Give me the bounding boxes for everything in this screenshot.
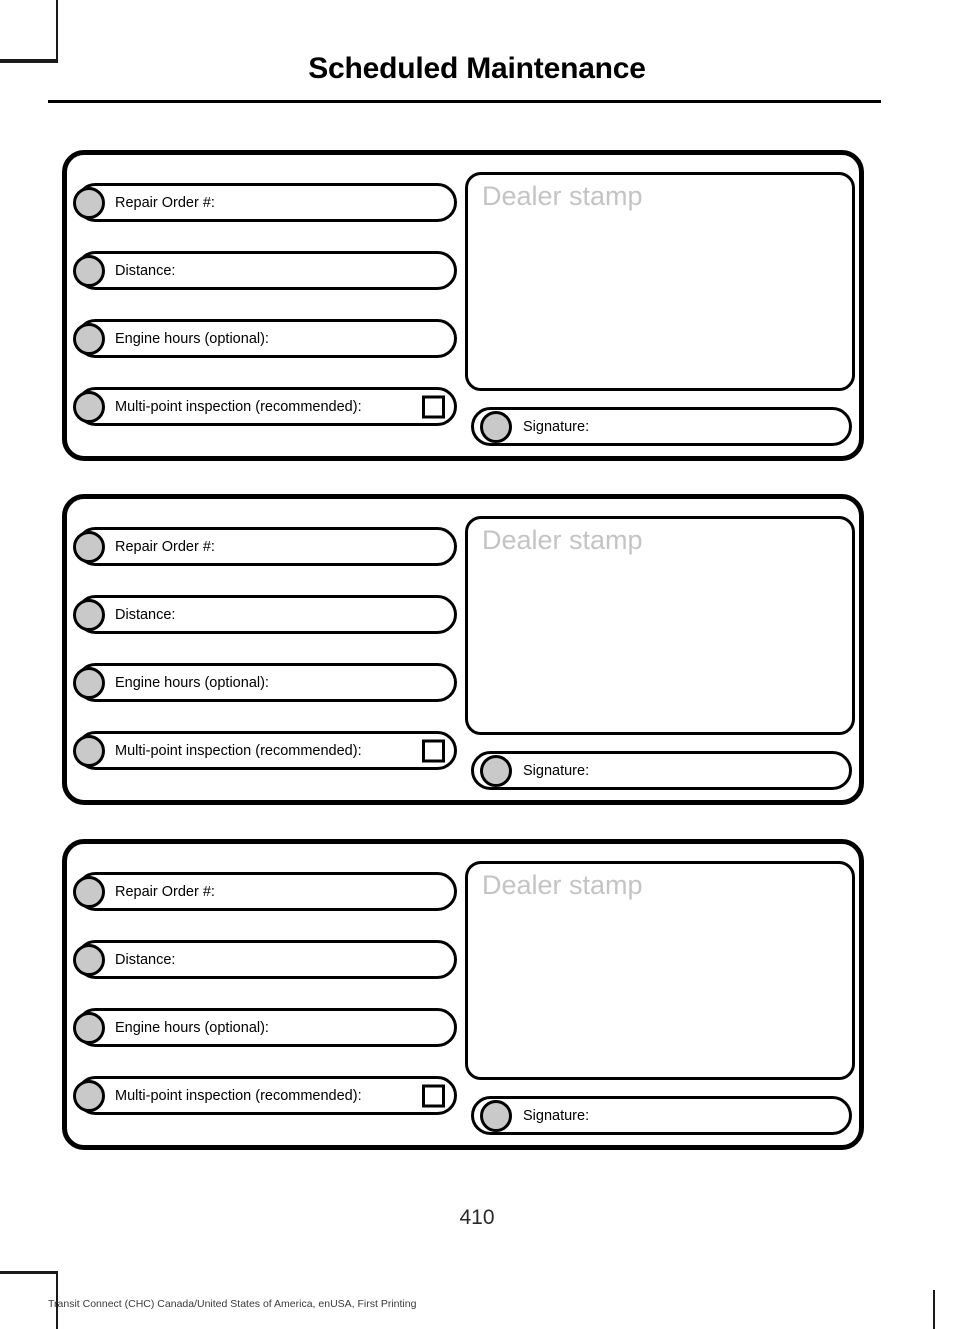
bullet-circle-icon [480, 1099, 512, 1132]
field-label: Repair Order #: [115, 883, 215, 900]
bullet-circle-icon [73, 390, 105, 423]
field-multi-point-inspection[interactable]: Multi-point inspection (recommended): [73, 1076, 457, 1115]
service-record-panel: Repair Order #: Distance: Engine hours (… [62, 150, 864, 461]
dealer-stamp-box[interactable]: Dealer stamp [465, 516, 855, 735]
field-repair-order[interactable]: Repair Order #: [73, 183, 457, 222]
field-label: Distance: [115, 606, 176, 623]
dealer-stamp-placeholder: Dealer stamp [482, 181, 643, 211]
bullet-circle-icon [73, 598, 105, 631]
field-label: Engine hours (optional): [115, 330, 269, 347]
multi-point-inspection-checkbox[interactable] [422, 1084, 445, 1107]
field-distance[interactable]: Distance: [73, 251, 457, 290]
field-label: Repair Order #: [115, 194, 215, 211]
field-signature[interactable]: Signature: [471, 407, 852, 446]
bullet-circle-icon [73, 1079, 105, 1112]
field-column: Repair Order #: Distance: Engine hours (… [73, 872, 457, 1115]
dealer-stamp-placeholder: Dealer stamp [482, 870, 643, 900]
service-record-panel: Repair Order #: Distance: Engine hours (… [62, 494, 864, 805]
field-repair-order[interactable]: Repair Order #: [73, 872, 457, 911]
field-label: Signature: [523, 762, 590, 779]
service-record-panel: Repair Order #: Distance: Engine hours (… [62, 839, 864, 1150]
field-label: Signature: [523, 418, 590, 435]
bullet-circle-icon [73, 1011, 105, 1044]
bullet-circle-icon [73, 254, 105, 287]
bullet-circle-icon [73, 530, 105, 563]
field-engine-hours[interactable]: Engine hours (optional): [73, 319, 457, 358]
field-label: Distance: [115, 262, 176, 279]
field-label: Engine hours (optional): [115, 1019, 269, 1036]
bullet-circle-icon [480, 410, 512, 443]
field-label: Multi-point inspection (recommended): [115, 1087, 362, 1104]
field-repair-order[interactable]: Repair Order #: [73, 527, 457, 566]
bullet-circle-icon [73, 186, 105, 219]
crop-mark-bottom-left-horizontal [0, 1271, 58, 1274]
field-label: Multi-point inspection (recommended): [115, 742, 362, 759]
page-number: 410 [459, 1206, 495, 1229]
multi-point-inspection-checkbox[interactable] [422, 395, 445, 418]
field-signature[interactable]: Signature: [471, 751, 852, 790]
dealer-stamp-placeholder: Dealer stamp [482, 525, 643, 555]
footer-imprint: Transit Connect (CHC) Canada/United Stat… [48, 1298, 417, 1310]
page-title: Scheduled Maintenance [308, 52, 646, 85]
header-divider [48, 100, 881, 103]
bullet-circle-icon [73, 875, 105, 908]
dealer-stamp-box[interactable]: Dealer stamp [465, 172, 855, 391]
field-label: Signature: [523, 1107, 590, 1124]
field-distance[interactable]: Distance: [73, 595, 457, 634]
field-label: Engine hours (optional): [115, 674, 269, 691]
field-label: Multi-point inspection (recommended): [115, 398, 362, 415]
field-column: Repair Order #: Distance: Engine hours (… [73, 183, 457, 426]
field-distance[interactable]: Distance: [73, 940, 457, 979]
field-label: Distance: [115, 951, 176, 968]
field-multi-point-inspection[interactable]: Multi-point inspection (recommended): [73, 731, 457, 770]
field-multi-point-inspection[interactable]: Multi-point inspection (recommended): [73, 387, 457, 426]
bullet-circle-icon [73, 734, 105, 767]
bullet-circle-icon [73, 666, 105, 699]
bullet-circle-icon [73, 943, 105, 976]
dealer-stamp-box[interactable]: Dealer stamp [465, 861, 855, 1080]
bullet-circle-icon [480, 754, 512, 787]
field-label: Repair Order #: [115, 538, 215, 555]
bullet-circle-icon [73, 322, 105, 355]
crop-mark-bottom-right-vertical [933, 1290, 935, 1329]
field-signature[interactable]: Signature: [471, 1096, 852, 1135]
field-engine-hours[interactable]: Engine hours (optional): [73, 663, 457, 702]
field-engine-hours[interactable]: Engine hours (optional): [73, 1008, 457, 1047]
multi-point-inspection-checkbox[interactable] [422, 739, 445, 762]
field-column: Repair Order #: Distance: Engine hours (… [73, 527, 457, 770]
